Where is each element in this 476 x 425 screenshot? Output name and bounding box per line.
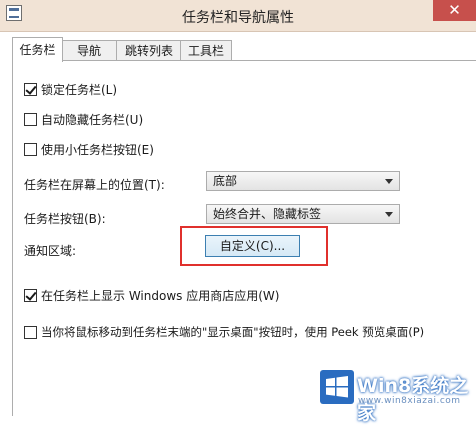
chevron-down-icon xyxy=(385,179,393,184)
auto-hide-label: 自动隐藏任务栏(U) xyxy=(41,112,144,127)
peek-desktop-label: 当你将鼠标移动到任务栏末端的"显示桌面"按钮时，使用 Peek 预览桌面(P) xyxy=(41,325,425,339)
lock-taskbar-checkbox[interactable] xyxy=(24,82,37,96)
location-dropdown[interactable]: 底部 xyxy=(206,171,400,191)
tab-toolbars[interactable]: 工具栏 xyxy=(180,40,232,61)
customize-button[interactable]: 自定义(C)... xyxy=(205,235,300,257)
lock-taskbar-option[interactable]: 锁定任务栏(L) xyxy=(24,81,117,97)
watermark-url: www.win8xiazai.com xyxy=(358,396,461,406)
lock-taskbar-label: 锁定任务栏(L) xyxy=(41,82,118,97)
site-watermark: Win8系统之家 www.win8xiazai.com xyxy=(312,352,476,424)
show-store-apps-label: 在任务栏上显示 Windows 应用商店应用(W) xyxy=(41,288,280,303)
taskbar-buttons-value: 始终合并、隐藏标签 xyxy=(213,207,322,221)
peek-desktop-option[interactable]: 当你将鼠标移动到任务栏末端的"显示桌面"按钮时，使用 Peek 预览桌面(P) xyxy=(24,324,424,340)
tab-navigation[interactable]: 导航 xyxy=(60,40,118,61)
auto-hide-checkbox[interactable] xyxy=(24,112,37,126)
tab-jump-lists[interactable]: 跳转列表 xyxy=(116,40,182,61)
show-store-apps-checkbox[interactable] xyxy=(24,288,37,302)
window-title: 任务栏和导航属性 xyxy=(182,10,294,26)
small-buttons-label: 使用小任务栏按钮(E) xyxy=(41,142,154,157)
taskbar-buttons-dropdown[interactable]: 始终合并、隐藏标签 xyxy=(206,204,400,224)
peek-desktop-checkbox[interactable] xyxy=(24,325,37,339)
small-buttons-checkbox[interactable] xyxy=(24,142,37,156)
windows-logo-icon xyxy=(320,370,354,404)
small-buttons-option[interactable]: 使用小任务栏按钮(E) xyxy=(24,141,154,157)
tab-taskbar[interactable]: 任务栏 xyxy=(12,37,63,62)
auto-hide-option[interactable]: 自动隐藏任务栏(U) xyxy=(24,111,143,127)
notification-area-label: 通知区域: xyxy=(24,244,77,258)
location-value: 底部 xyxy=(213,174,238,188)
close-button[interactable]: ✕ xyxy=(433,0,476,21)
show-store-apps-option[interactable]: 在任务栏上显示 Windows 应用商店应用(W) xyxy=(24,287,279,303)
location-label: 任务栏在屏幕上的位置(T): xyxy=(24,178,165,192)
chevron-down-icon xyxy=(385,212,393,217)
taskbar-properties-dialog: 任务栏和导航属性 ✕ 任务栏 导航 跳转列表 工具栏 锁定任务栏(L) 自动隐藏… xyxy=(0,0,476,424)
title-bar[interactable]: 任务栏和导航属性 ✕ xyxy=(0,0,476,32)
taskbar-buttons-label: 任务栏按钮(B): xyxy=(24,212,106,226)
